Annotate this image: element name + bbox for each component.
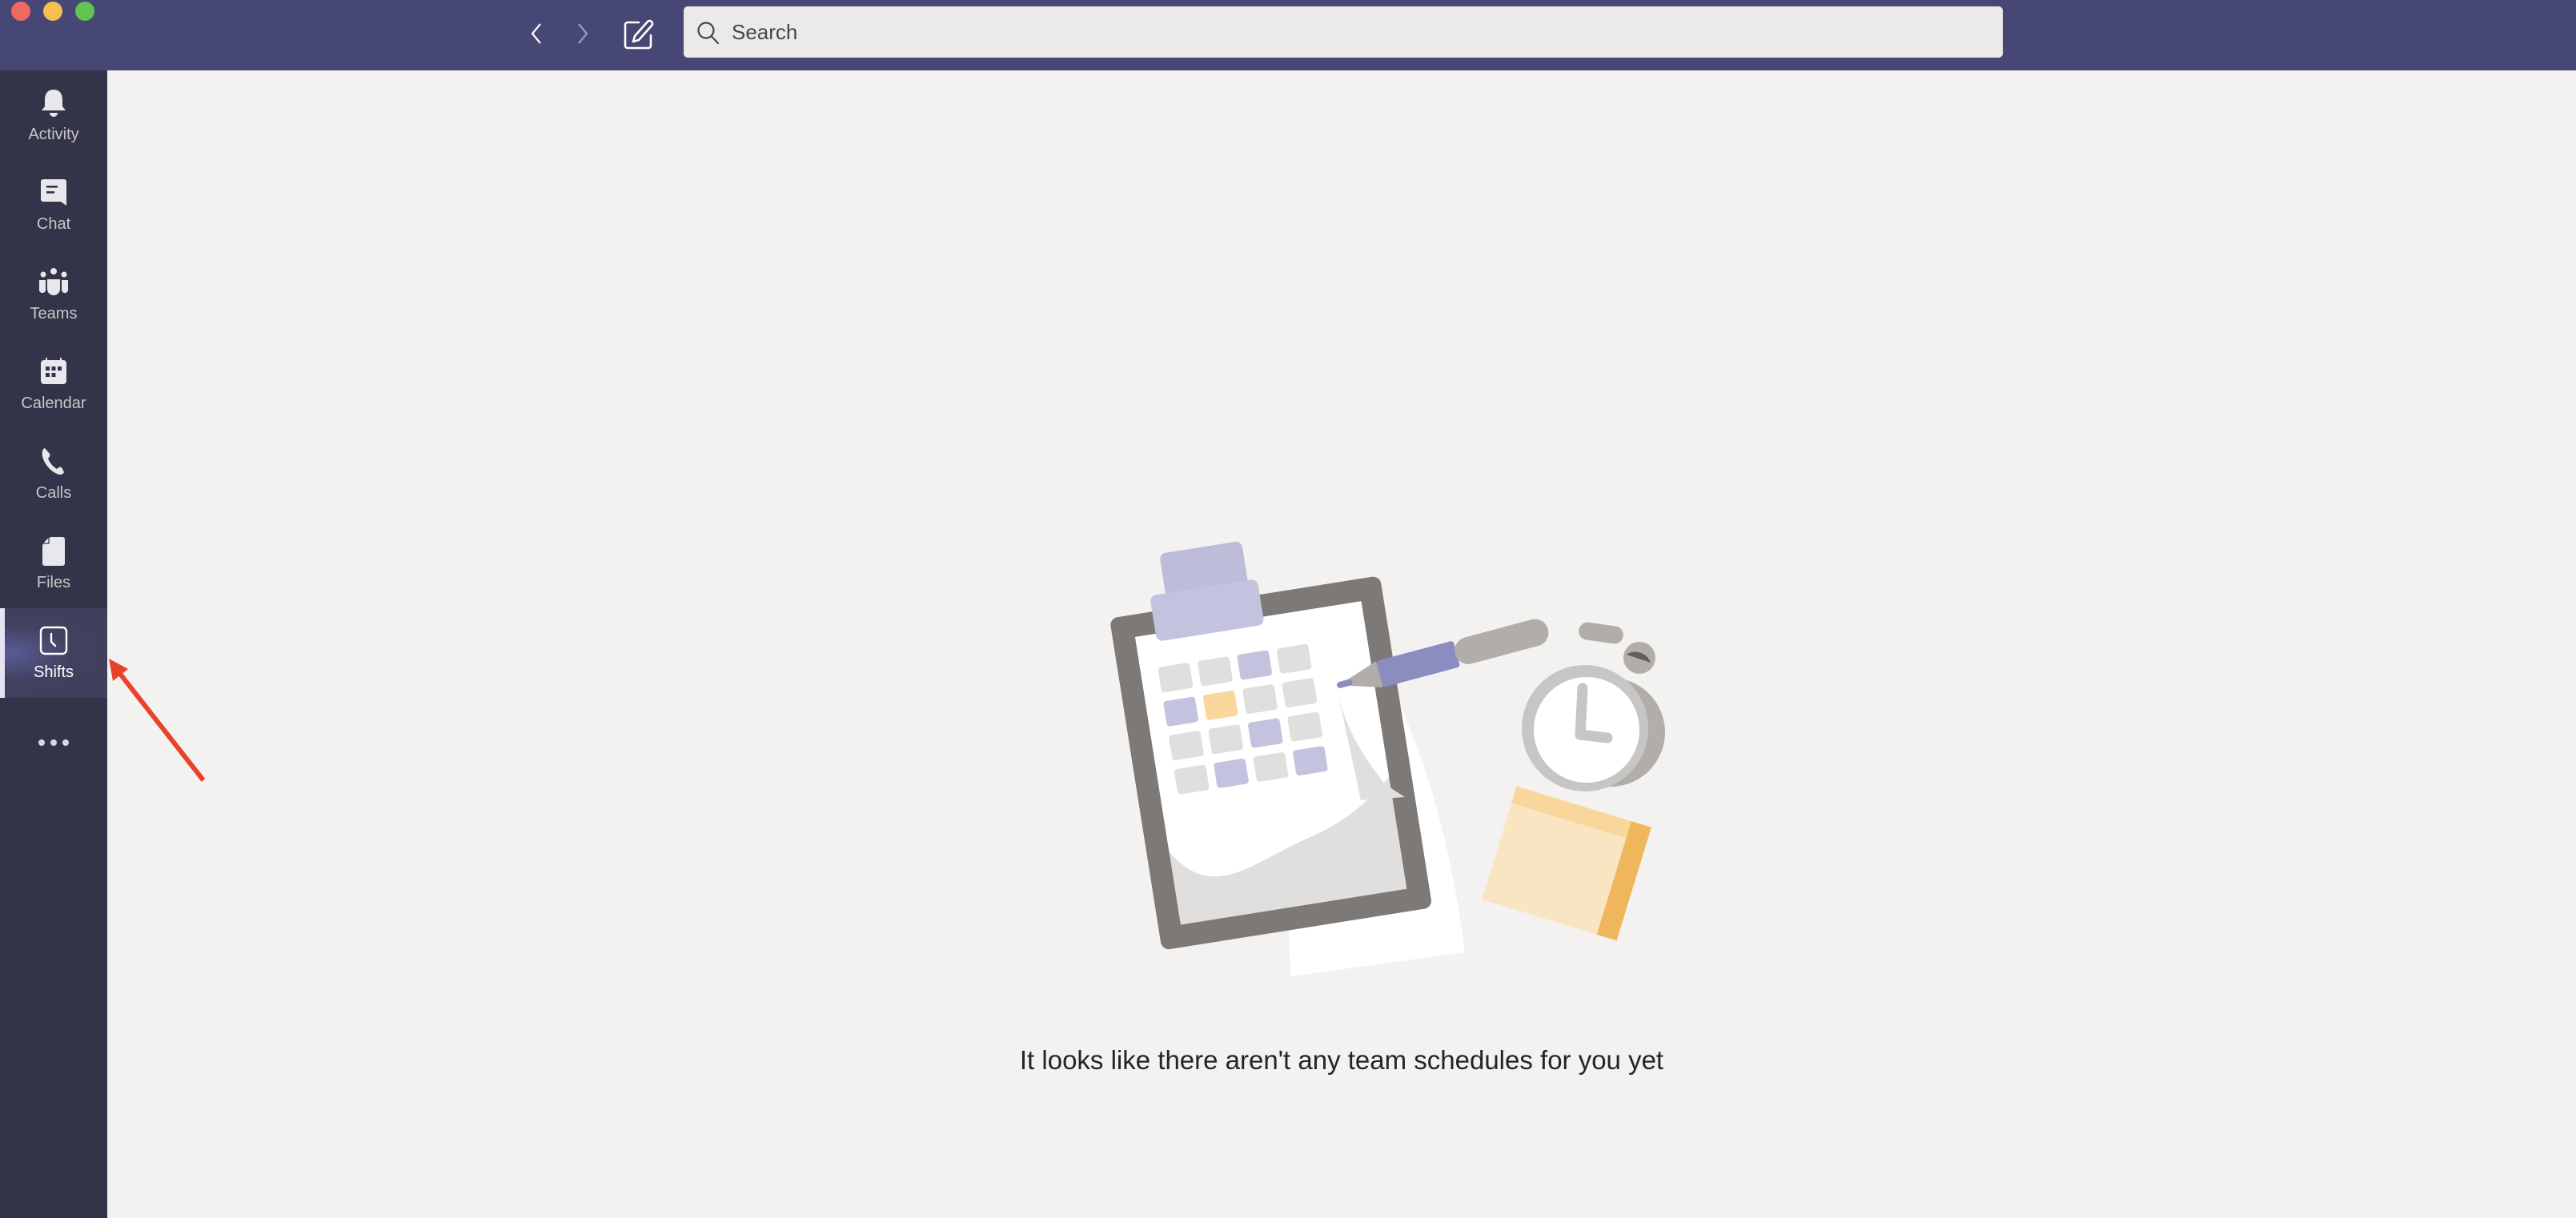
compose-button[interactable] [621,18,656,53]
sidebar-item-label: Activity [28,126,79,143]
active-indicator [0,608,5,698]
arrow-head [109,659,128,681]
window-minimize-button[interactable] [43,2,62,21]
search-input[interactable] [732,6,1980,58]
empty-state-message: It looks like there aren't any team sche… [1019,1045,1664,1075]
sidebar-item-label: Files [36,574,71,591]
forward-button[interactable] [567,18,599,50]
clock-icon [38,625,70,657]
clipboard-schedule-illustration [1110,541,1665,976]
sidebar-item-calls[interactable]: Calls [0,429,107,519]
phone-icon [38,446,70,478]
title-bar [0,0,2576,70]
sidebar-item-label: Calls [35,484,72,502]
chat-icon [38,177,70,209]
chevron-right-icon [578,23,588,44]
sidebar-item-label: Teams [30,305,78,323]
sidebar-item-calendar[interactable]: Calendar [0,339,107,429]
sidebar-item-activity[interactable]: Activity [0,70,107,160]
sidebar-item-shifts[interactable]: Shifts [0,608,107,698]
more-apps-button[interactable] [0,698,107,787]
compose-icon [624,19,654,50]
sidebar-item-label: Calendar [21,395,86,412]
sidebar-item-files[interactable]: Files [0,519,107,608]
sidebar-item-teams[interactable]: Teams [0,250,107,339]
sidebar-item-label: Chat [36,215,71,233]
search-bar[interactable] [684,6,2003,58]
calendar-icon [38,356,70,388]
chevron-left-icon [531,23,541,44]
stopwatch [1522,622,1665,791]
bell-icon [38,87,70,119]
sticky-note [1482,786,1651,941]
sidebar-item-chat[interactable]: Chat [0,160,107,250]
teams-icon [38,266,70,298]
more-icon [38,727,70,759]
window-maximize-button[interactable] [75,2,94,21]
back-button[interactable] [520,18,552,50]
sidebar-item-label: Shifts [33,663,74,681]
search-icon [697,22,720,45]
window-close-button[interactable] [11,2,30,21]
file-icon [38,535,70,567]
